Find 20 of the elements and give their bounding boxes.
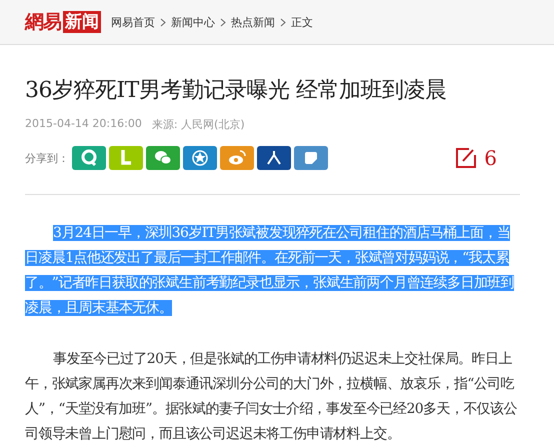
share-button[interactable] bbox=[294, 146, 328, 170]
logo-text[interactable]: 網易 bbox=[25, 9, 61, 35]
breadcrumb-link[interactable]: 新闻中心 bbox=[171, 14, 215, 30]
publish-date: 2015-04-14 20:16:00 bbox=[25, 117, 142, 132]
share-label: 分享到： bbox=[25, 150, 69, 166]
article-paragraph: 3月24日一早，深圳36岁IT男张斌被发现猝死在公司租住的酒店马桶上面，当日凌晨1点他还发出了最后一封工作邮件。在死前一天，张斌曾对妈妈说，“我太累了。”记者昨日获取的张斌生前考勤纪录也显示，张斌生前两个月曾连续多日加班到凌晨，且周末基本无休。 bbox=[25, 224, 515, 318]
comment-count[interactable]: 6 bbox=[484, 146, 497, 170]
article-title: 36岁猝死IT男考勤记录曝光 经常加班到凌晨 bbox=[25, 77, 448, 105]
chevron-icon bbox=[160, 18, 166, 26]
share-button[interactable] bbox=[183, 146, 217, 170]
breadcrumb-link[interactable]: 网易首页 bbox=[111, 14, 155, 30]
share-button[interactable] bbox=[257, 146, 291, 170]
chevron-icon bbox=[220, 18, 226, 26]
chevron-icon bbox=[280, 18, 286, 26]
article-paragraph: 事发至今已过了20天，但是张斌的工伤申请材料仍迟迟未上交社保局。昨日上午，张斌家属再次来到闻泰通讯深圳分公司的大门外，拉横幅、放哀乐，指“公司吃人”，“天堂没有加班”。据张斌的妻子闫女士介绍，事发至今已经20多天，不仅该公司领导未曾上门慰问，而且该公司迟迟未将工伤申请材料上交。 bbox=[25, 350, 518, 444]
logo-badge[interactable]: 新闻 bbox=[63, 11, 101, 33]
comment-icon[interactable] bbox=[455, 147, 478, 169]
breadcrumb-link[interactable]: 热点新闻 bbox=[231, 14, 275, 30]
breadcrumb-link[interactable]: 正文 bbox=[291, 14, 313, 30]
source-text: 来源: 人民网(北京) bbox=[152, 117, 245, 132]
